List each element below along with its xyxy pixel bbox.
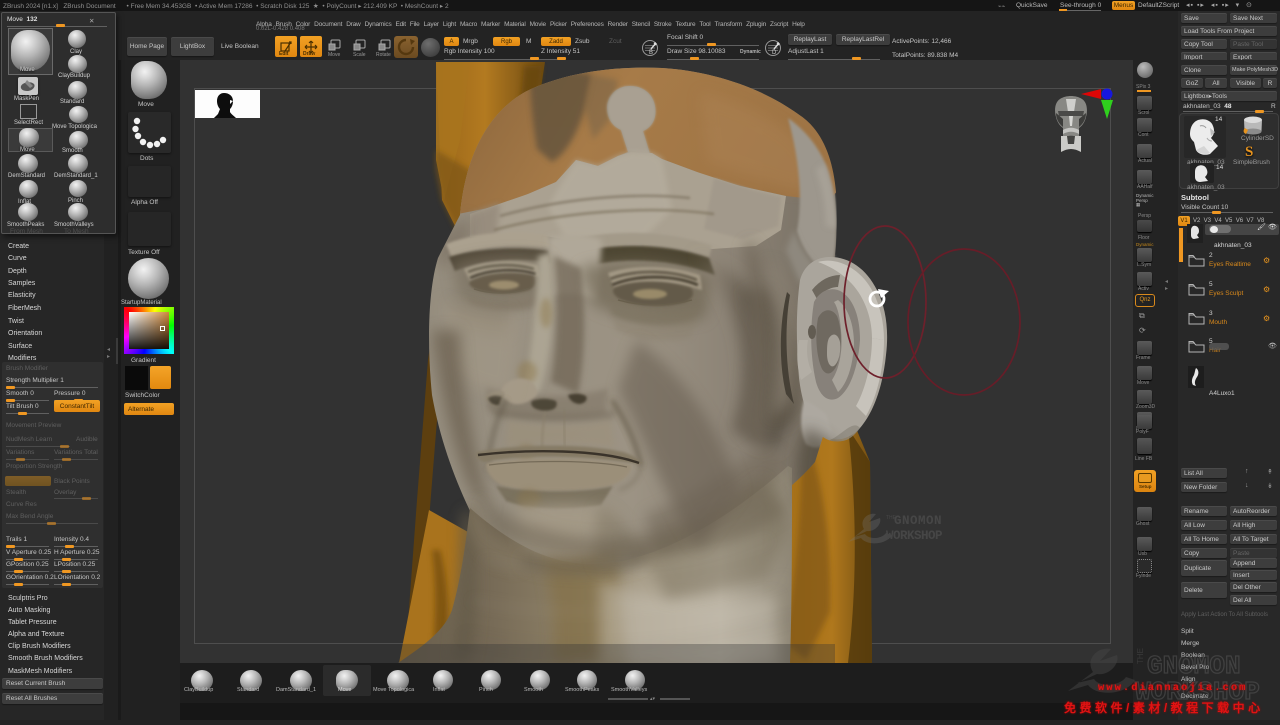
svg-text:WORKSHOP: WORKSHOP [886,529,942,543]
svg-text:B: B [649,50,653,56]
svg-text:THE: THE [886,515,897,521]
svg-text:THE: THE [1136,648,1145,664]
svg-text:GNOMON: GNOMON [894,514,942,528]
svg-text:D: D [772,50,777,56]
